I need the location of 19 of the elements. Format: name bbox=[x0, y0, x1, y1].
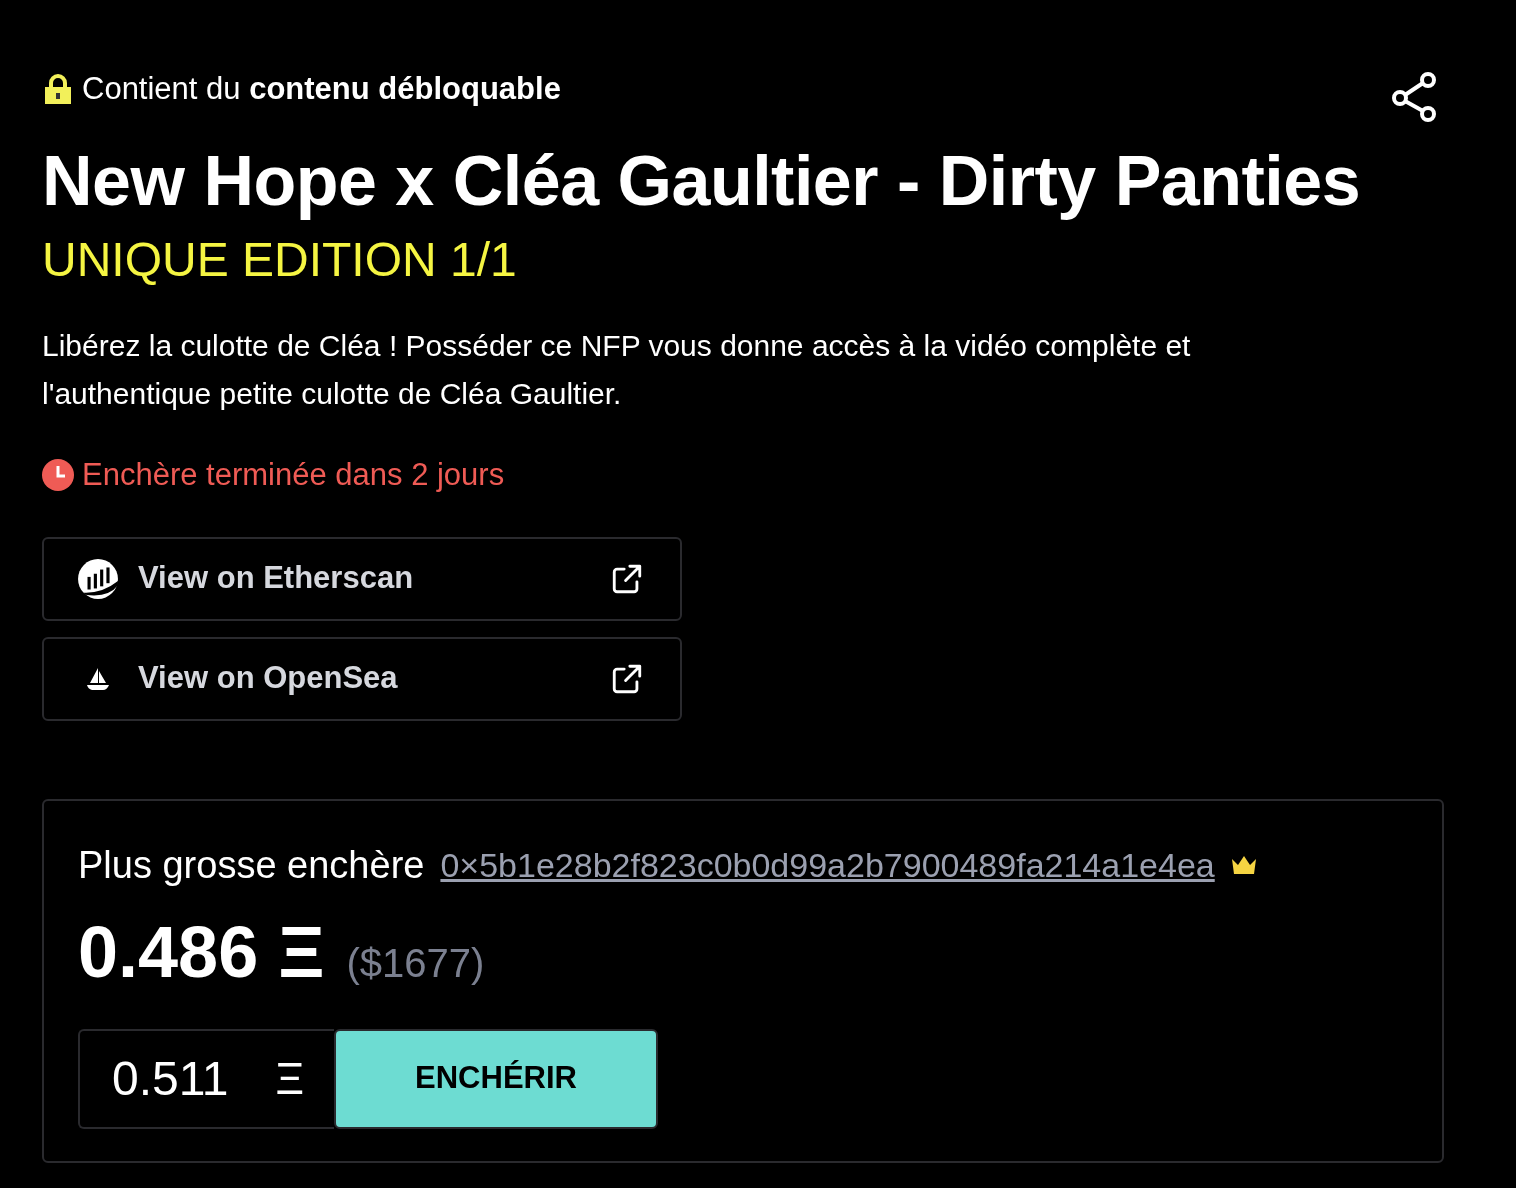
place-bid-button[interactable]: ENCHÉRIR bbox=[334, 1028, 658, 1129]
link-label: View on Etherscan bbox=[138, 559, 415, 598]
fiat-amount: ($1677) bbox=[346, 939, 485, 987]
edition-label: UNIQUE EDITION 1/1 bbox=[42, 236, 518, 284]
clock-icon bbox=[42, 459, 74, 492]
chart-circle-icon bbox=[77, 557, 119, 600]
auction-timer: Enchère terminée dans 2 jours bbox=[82, 456, 505, 494]
bid-input-value: 0.511 bbox=[112, 1050, 229, 1107]
padlock-icon bbox=[42, 73, 74, 106]
bid-label: Plus grosse enchère bbox=[78, 842, 425, 888]
description: Libérez la culotte de Cléa ! Posséder ce NFP vous donne accès à la vidéo complète et l'authentique petite culotte de Cléa Gaultier. bbox=[42, 328, 1192, 412]
link-label: View on OpenSea bbox=[138, 659, 399, 698]
external-link-button[interactable]: View on Etherscan bbox=[42, 536, 682, 621]
crown-icon bbox=[1230, 855, 1257, 875]
external-link-button[interactable]: View on OpenSea bbox=[42, 636, 682, 721]
bidder-address-link[interactable]: 0×5b1e28b2f823c0b0d99a2b7900489fa214a1e4ea bbox=[440, 839, 1215, 891]
bid-amount: 0.486 Ξ bbox=[78, 915, 325, 988]
unlockable-notice: Contient du contenu débloquable bbox=[82, 70, 561, 108]
currency-symbol: Ξ bbox=[275, 1052, 304, 1105]
